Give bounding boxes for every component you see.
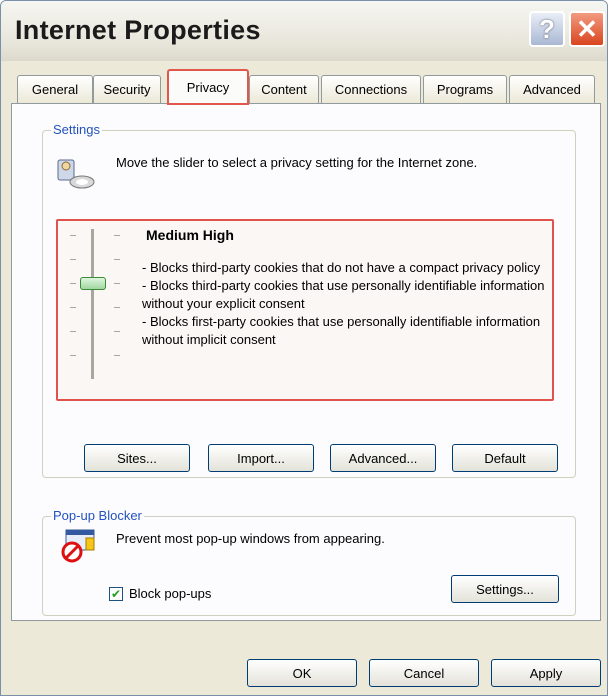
block-popups-label[interactable]: Block pop-ups bbox=[129, 585, 211, 602]
tab-connections[interactable]: Connections bbox=[321, 75, 421, 103]
privacy-level-title: Medium High bbox=[146, 227, 234, 243]
level-line: - Blocks third-party cookies that do not… bbox=[142, 260, 541, 275]
help-icon: ? bbox=[539, 13, 555, 44]
popup-blocker-description: Prevent most pop-up windows from appeari… bbox=[116, 531, 385, 546]
level-line: - Blocks third-party cookies that use pe… bbox=[142, 278, 545, 311]
slider-tick bbox=[70, 307, 76, 308]
slider-tick bbox=[114, 235, 120, 236]
tab-advanced[interactable]: Advanced bbox=[509, 75, 595, 103]
sites-button[interactable]: Sites... bbox=[84, 444, 190, 472]
level-line: - Blocks first-party cookies that use pe… bbox=[142, 314, 541, 347]
help-button[interactable]: ? bbox=[529, 11, 565, 47]
slider-tick bbox=[114, 259, 120, 260]
privacy-level-description: - Blocks third-party cookies that do not… bbox=[142, 259, 550, 349]
close-button[interactable]: ✕ bbox=[569, 11, 605, 47]
privacy-slider-track[interactable] bbox=[91, 229, 94, 379]
checkmark-icon: ✔ bbox=[110, 587, 122, 601]
slider-tick bbox=[114, 307, 120, 308]
slider-tick bbox=[114, 355, 120, 356]
settings-description: Move the slider to select a privacy sett… bbox=[116, 155, 478, 170]
popup-blocker-title: Pop-up Blocker bbox=[51, 508, 144, 523]
slider-tick bbox=[70, 331, 76, 332]
slider-tick bbox=[114, 283, 120, 284]
tab-general[interactable]: General bbox=[17, 75, 93, 103]
privacy-panel: Settings Move the slider to select a pri… bbox=[11, 103, 601, 621]
tab-strip: General Security Privacy Content Connect… bbox=[11, 69, 601, 105]
advanced-button[interactable]: Advanced... bbox=[330, 444, 436, 472]
import-button[interactable]: Import... bbox=[208, 444, 314, 472]
apply-button[interactable]: Apply bbox=[491, 659, 601, 687]
tab-privacy[interactable]: Privacy bbox=[167, 69, 249, 105]
tab-programs[interactable]: Programs bbox=[423, 75, 507, 103]
slider-tick bbox=[70, 355, 76, 356]
tab-content[interactable]: Content bbox=[249, 75, 319, 103]
close-icon: ✕ bbox=[576, 13, 598, 44]
window-title: Internet Properties bbox=[15, 15, 261, 45]
tab-security[interactable]: Security bbox=[93, 75, 161, 103]
slider-tick bbox=[70, 235, 76, 236]
block-popups-checkbox[interactable]: ✔ bbox=[109, 587, 123, 601]
default-button[interactable]: Default bbox=[452, 444, 558, 472]
settings-group-title: Settings bbox=[51, 122, 102, 137]
cookie-privacy-icon bbox=[57, 159, 95, 189]
ok-button[interactable]: OK bbox=[247, 659, 357, 687]
privacy-slider-thumb[interactable] bbox=[80, 277, 106, 290]
popup-settings-button[interactable]: Settings... bbox=[451, 575, 559, 603]
slider-tick bbox=[70, 283, 76, 284]
popup-blocked-icon bbox=[61, 529, 95, 563]
slider-tick bbox=[114, 331, 120, 332]
internet-properties-window: Internet Properties ? ✕ General Security… bbox=[0, 0, 608, 696]
cancel-button[interactable]: Cancel bbox=[369, 659, 479, 687]
title-bar[interactable]: Internet Properties ? ✕ bbox=[1, 1, 607, 61]
slider-tick bbox=[70, 259, 76, 260]
privacy-level-box: Medium High - Blocks third-party cookies… bbox=[56, 219, 554, 401]
